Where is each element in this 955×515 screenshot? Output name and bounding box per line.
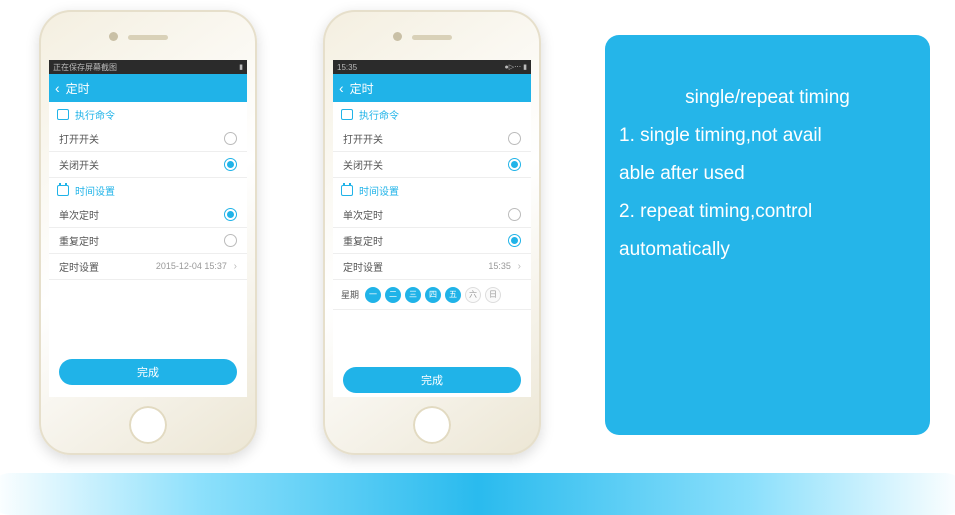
section-exec: 执行命令 [333,102,531,126]
back-icon[interactable]: ‹ [339,80,344,96]
status-bar: 正在保存屏幕截图 ▮ [49,60,247,74]
radio-on[interactable] [508,234,521,247]
info-line-2: able after used [619,157,916,191]
info-card: single/repeat timing 1. single timing,no… [605,35,930,435]
day-toggle-mon[interactable]: 一 [365,287,381,303]
app-screen-2: 15:35 ●▷⋯▮ ‹ 定时 执行命令 打开开关 关闭开关 时间设置 [333,60,531,397]
row-label: 定时设置 [343,259,383,274]
phone-camera [393,32,402,41]
row-label: 定时设置 [59,259,99,274]
phone-speaker [128,35,168,40]
radio-on[interactable] [224,158,237,171]
row-close-switch[interactable]: 关闭开关 [49,152,247,178]
row-close-switch[interactable]: 关闭开关 [333,152,531,178]
row-time-config[interactable]: 定时设置 2015-12-04 15:37 › [49,254,247,280]
status-text: 正在保存屏幕截图 [53,62,117,73]
day-toggle-tue[interactable]: 二 [385,287,401,303]
day-toggle-sun[interactable]: 日 [485,287,501,303]
day-toggle-sat[interactable]: 六 [465,287,481,303]
title-bar: ‹ 定时 [49,74,247,102]
row-time-config[interactable]: 定时设置 15:35 › [333,254,531,280]
radio-on[interactable] [224,208,237,221]
row-label: 重复定时 [343,233,383,248]
done-label: 完成 [137,364,159,380]
title-bar: ‹ 定时 [333,74,531,102]
row-label: 关闭开关 [343,157,383,172]
phone-mockup-1: 正在保存屏幕截图 ▮ ‹ 定时 执行命令 打开开关 关闭开关 时间设置 [39,10,257,455]
row-weekdays: 星期 一 二 三 四 五 六 日 [333,280,531,310]
section-timeset: 时间设置 [49,178,247,202]
row-value: 2015-12-04 15:37 [156,261,227,271]
chevron-right-icon: › [234,261,237,272]
section-label: 时间设置 [75,183,115,198]
done-button[interactable]: 完成 [59,359,237,385]
section-timeset: 时间设置 [333,178,531,202]
info-line-1: 1. single timing,not avail [619,119,916,153]
row-repeat-timing[interactable]: 重复定时 [49,228,247,254]
calendar-icon [57,185,69,196]
row-open-switch[interactable]: 打开开关 [333,126,531,152]
radio-off[interactable] [508,132,521,145]
list-icon [341,109,353,120]
section-exec: 执行命令 [49,102,247,126]
day-toggle-wed[interactable]: 三 [405,287,421,303]
home-button[interactable] [413,406,451,444]
phone-speaker [412,35,452,40]
info-line-4: automatically [619,233,916,267]
chevron-right-icon: › [518,261,521,272]
calendar-icon [341,185,353,196]
row-open-switch[interactable]: 打开开关 [49,126,247,152]
row-value: 15:35 [488,261,511,271]
row-label: 打开开关 [59,131,99,146]
row-label: 单次定时 [59,207,99,222]
phone-camera [109,32,118,41]
status-icons: ●▷⋯▮ [505,63,527,71]
status-time: 15:35 [337,63,357,72]
section-label: 执行命令 [75,107,115,122]
row-repeat-timing[interactable]: 重复定时 [333,228,531,254]
app-screen-1: 正在保存屏幕截图 ▮ ‹ 定时 执行命令 打开开关 关闭开关 时间设置 [49,60,247,397]
radio-on[interactable] [508,158,521,171]
decorative-divider [0,473,955,515]
page-title: 定时 [350,80,374,97]
list-icon [57,109,69,120]
home-button[interactable] [129,406,167,444]
done-button[interactable]: 完成 [343,367,521,393]
section-label: 时间设置 [359,183,399,198]
done-label: 完成 [421,372,443,388]
status-icons: ▮ [239,63,243,71]
radio-off[interactable] [224,132,237,145]
radio-off[interactable] [508,208,521,221]
row-single-timing[interactable]: 单次定时 [49,202,247,228]
row-label: 单次定时 [343,207,383,222]
row-label: 重复定时 [59,233,99,248]
info-title: single/repeat timing [619,81,916,115]
radio-off[interactable] [224,234,237,247]
row-single-timing[interactable]: 单次定时 [333,202,531,228]
section-label: 执行命令 [359,107,399,122]
status-bar: 15:35 ●▷⋯▮ [333,60,531,74]
row-label: 关闭开关 [59,157,99,172]
page-title: 定时 [66,80,90,97]
day-toggle-thu[interactable]: 四 [425,287,441,303]
row-label: 打开开关 [343,131,383,146]
back-icon[interactable]: ‹ [55,80,60,96]
day-toggle-fri[interactable]: 五 [445,287,461,303]
row-label: 星期 [341,288,359,301]
info-line-3: 2. repeat timing,control [619,195,916,229]
phone-mockup-2: 15:35 ●▷⋯▮ ‹ 定时 执行命令 打开开关 关闭开关 时间设置 [323,10,541,455]
